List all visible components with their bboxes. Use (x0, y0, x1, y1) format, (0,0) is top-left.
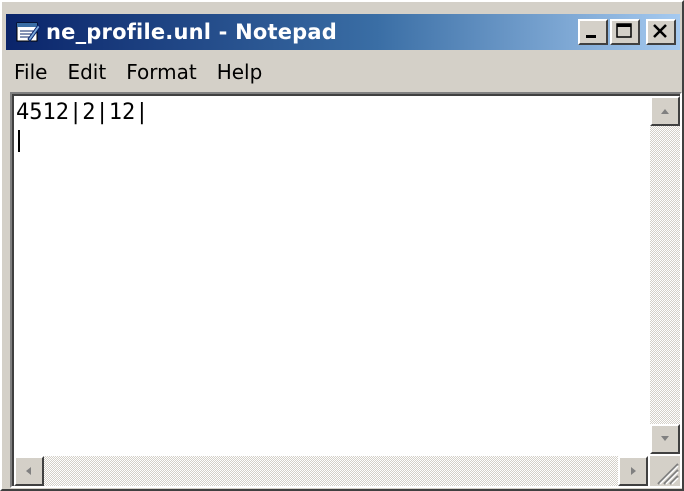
maximize-button[interactable] (610, 19, 640, 45)
menu-format[interactable]: Format (116, 57, 206, 87)
notepad-window: ne_profile.unl - Notepad File Edit Forma… (0, 0, 684, 491)
document-text[interactable]: 4512|2|12| (16, 100, 642, 452)
arrow-up-icon (661, 109, 669, 114)
scroll-left-button[interactable] (14, 456, 44, 486)
scroll-down-button[interactable] (650, 424, 680, 454)
window-title: ne_profile.unl - Notepad (46, 20, 338, 44)
caption-buttons (578, 19, 676, 45)
arrow-right-icon (631, 467, 636, 475)
maximize-icon (616, 23, 632, 38)
text-editor[interactable]: 4512|2|12| (12, 94, 680, 486)
text-caret (18, 130, 20, 152)
minimize-icon (586, 35, 596, 38)
menu-file[interactable]: File (6, 57, 57, 87)
arrow-down-icon (661, 436, 669, 441)
minimize-button[interactable] (578, 19, 608, 45)
title-bar[interactable]: ne_profile.unl - Notepad (6, 14, 680, 50)
menu-help[interactable]: Help (207, 57, 273, 87)
menu-bar: File Edit Format Help (6, 54, 680, 90)
arrow-left-icon (26, 467, 31, 475)
scroll-up-button[interactable] (650, 96, 680, 126)
text-editor-frame: 4512|2|12| (10, 92, 682, 488)
menu-edit[interactable]: Edit (57, 57, 116, 87)
close-icon (653, 24, 667, 38)
horizontal-scrollbar[interactable] (14, 456, 648, 486)
scroll-right-button[interactable] (618, 456, 648, 486)
vertical-scrollbar[interactable] (650, 96, 680, 454)
resize-grip-icon[interactable] (650, 456, 680, 486)
notepad-icon[interactable] (12, 19, 42, 45)
close-button[interactable] (646, 19, 676, 45)
